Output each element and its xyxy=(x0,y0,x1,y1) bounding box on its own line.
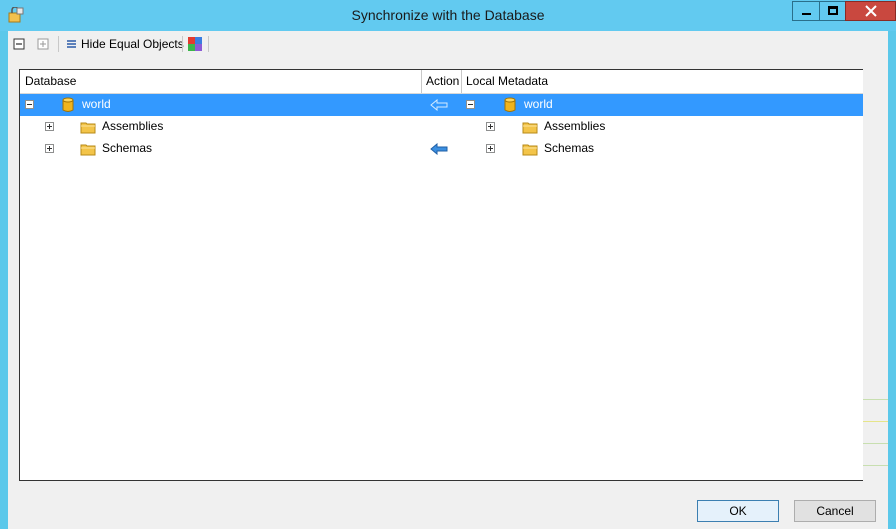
local-object-name: Schemas xyxy=(544,141,595,155)
expand-toggle[interactable] xyxy=(45,122,54,131)
toolbar-separator xyxy=(182,36,183,52)
folder-icon xyxy=(80,144,96,156)
expand-all-icon[interactable] xyxy=(37,36,49,52)
scroll-marker xyxy=(863,465,888,466)
db-object-name: world xyxy=(82,97,111,111)
minimize-icon xyxy=(802,13,811,15)
title-bar[interactable]: Synchronize with the Database xyxy=(0,0,896,31)
db-object-name: Schemas xyxy=(102,141,153,155)
collapse-all-icon[interactable] xyxy=(13,36,25,52)
folder-icon xyxy=(522,122,538,134)
column-header-database[interactable]: Database xyxy=(20,70,421,93)
arrow-left-filled-icon[interactable] xyxy=(430,143,448,155)
collapse-toggle[interactable] xyxy=(466,100,475,109)
dialog-body: Hide Equal Objects Database Action Local… xyxy=(8,31,888,529)
list-icon xyxy=(67,40,76,48)
toolbar-separator xyxy=(58,36,59,52)
db-object-name: Assemblies xyxy=(102,119,164,133)
expand-toggle[interactable] xyxy=(486,144,495,153)
close-button[interactable] xyxy=(845,1,896,21)
maximize-icon xyxy=(828,6,838,15)
color-palette-icon[interactable] xyxy=(188,36,202,52)
cancel-button[interactable]: Cancel xyxy=(794,500,876,522)
hide-equal-objects-label: Hide Equal Objects xyxy=(81,37,184,51)
tree-row-world[interactable]: world world xyxy=(20,94,863,116)
close-icon xyxy=(865,5,877,17)
sync-tree-grid[interactable]: Database Action Local Metadata world wor… xyxy=(19,69,864,481)
folder-icon xyxy=(80,122,96,134)
vertical-scroll-strip[interactable] xyxy=(863,69,888,481)
folder-icon xyxy=(522,144,538,156)
expand-toggle[interactable] xyxy=(486,122,495,131)
scroll-marker xyxy=(863,443,888,444)
tree-row-assemblies[interactable]: Assemblies Assemblies xyxy=(20,116,863,138)
hide-equal-objects-button[interactable]: Hide Equal Objects xyxy=(64,36,184,52)
minimize-button[interactable] xyxy=(792,1,820,21)
ok-button[interactable]: OK xyxy=(697,500,779,522)
scroll-marker xyxy=(863,399,888,400)
column-header-local-metadata[interactable]: Local Metadata xyxy=(461,70,861,93)
local-object-name: Assemblies xyxy=(544,119,606,133)
toolbar: Hide Equal Objects xyxy=(8,31,888,57)
database-icon xyxy=(62,97,74,112)
scroll-marker xyxy=(863,421,888,422)
maximize-button[interactable] xyxy=(819,1,846,21)
grid-header: Database Action Local Metadata xyxy=(20,70,863,94)
window-title: Synchronize with the Database xyxy=(351,7,545,23)
tree-row-schemas[interactable]: Schemas Schemas xyxy=(20,138,863,160)
local-object-name: world xyxy=(524,97,553,111)
collapse-toggle[interactable] xyxy=(25,100,34,109)
column-header-action[interactable]: Action xyxy=(421,70,461,93)
database-icon xyxy=(504,97,516,112)
expand-toggle[interactable] xyxy=(45,144,54,153)
arrow-left-outline-icon[interactable] xyxy=(430,99,448,111)
toolbar-separator xyxy=(208,36,209,52)
